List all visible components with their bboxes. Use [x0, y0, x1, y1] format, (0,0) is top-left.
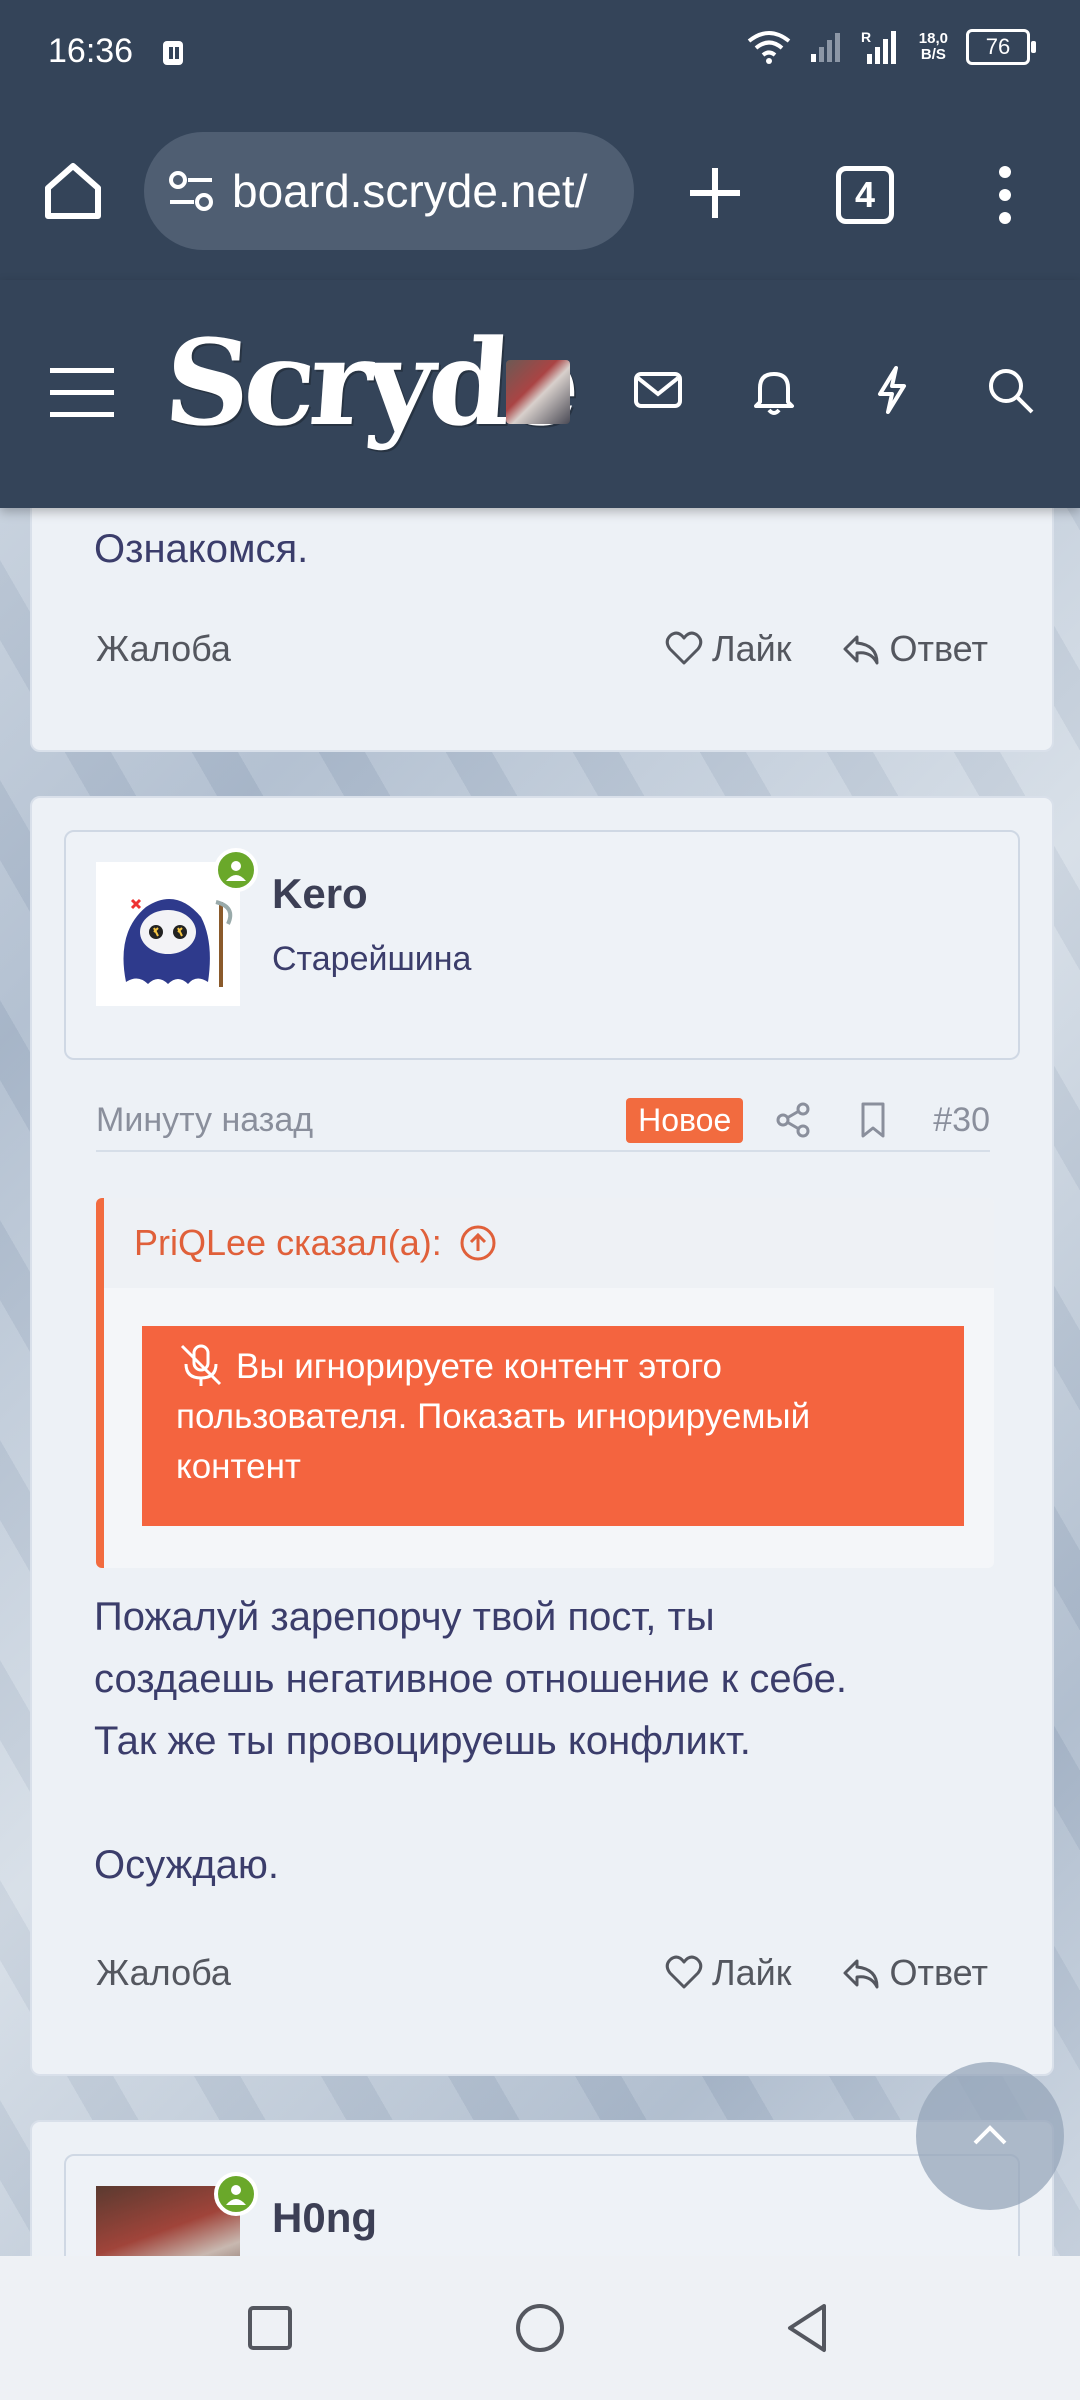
- tabs-count: 4: [854, 174, 876, 215]
- url-text[interactable]: board.scryde.net/: [232, 164, 587, 218]
- wifi-icon: [747, 31, 791, 64]
- svg-text:R: R: [861, 29, 871, 45]
- share-icon[interactable]: [773, 1100, 813, 1140]
- quote-header[interactable]: PriQLee сказал(а):: [104, 1198, 994, 1288]
- circle-icon[interactable]: [512, 2300, 568, 2356]
- tabs-icon[interactable]: 4: [836, 166, 894, 224]
- status-bar: 16:36 R 18,0 B/S 76: [0, 0, 1080, 110]
- net-speed-unit: B/S: [920, 46, 946, 63]
- post-actions: Жалоба Лайк Ответ: [96, 624, 988, 674]
- signal-roaming-icon: R: [861, 29, 896, 64]
- quote-block: PriQLee сказал(а): Вы игнорируете контен…: [96, 1198, 994, 1568]
- new-badge: Новое: [626, 1097, 744, 1143]
- reply-label: Ответ: [889, 1952, 988, 1993]
- heart-icon: [665, 631, 703, 665]
- battery-icon: 76: [966, 29, 1036, 65]
- hamburger-icon[interactable]: [50, 366, 114, 418]
- post-body-line: [94, 1772, 1014, 1834]
- quote-author[interactable]: PriQLee сказал(а):: [134, 1222, 442, 1264]
- post-user-block: Kero Старейшина: [64, 830, 1020, 1060]
- plus-icon[interactable]: [680, 158, 750, 228]
- bolt-icon[interactable]: [864, 362, 920, 418]
- like-label: Лайк: [711, 1952, 792, 1993]
- post-card: Kero Старейшина Минуту назад Новое #30 P…: [30, 796, 1054, 2076]
- chevron-up-icon: [973, 2125, 1007, 2145]
- post-body-line: Осуждаю.: [94, 1843, 280, 1887]
- post-body-line: Пожалуй зарепорчу твой пост, ты: [94, 1595, 715, 1639]
- like-button[interactable]: Лайк: [664, 1952, 792, 1994]
- reply-icon: [843, 635, 879, 665]
- back-triangle-icon[interactable]: [780, 2300, 836, 2356]
- heart-icon: [665, 1955, 703, 1989]
- post-body-line: Так же ты провоцируешь конфликт.: [94, 1719, 751, 1763]
- post-username[interactable]: H0ng: [272, 2194, 377, 2242]
- reply-label: Ответ: [889, 628, 988, 669]
- bell-icon[interactable]: [746, 362, 802, 418]
- ignored-text: Вы игнорируете контент этого пользовател…: [176, 1347, 811, 1486]
- online-status-icon: [214, 848, 258, 892]
- site-header: Scryde: [0, 280, 1080, 508]
- online-status-icon: [214, 2172, 258, 2216]
- system-nav-bar: [0, 2256, 1080, 2400]
- user-avatar[interactable]: [506, 360, 570, 424]
- tune-icon[interactable]: [166, 166, 216, 216]
- net-speed-value: 18,0: [918, 30, 948, 47]
- mic-off-icon: [180, 1344, 222, 1386]
- reply-button[interactable]: Ответ: [841, 628, 988, 670]
- post-time[interactable]: Минуту назад: [96, 1101, 626, 1140]
- report-link[interactable]: Жалоба: [96, 1952, 614, 1994]
- status-time: 16:36: [48, 32, 134, 70]
- scroll-top-button[interactable]: [916, 2062, 1064, 2210]
- post-username[interactable]: Kero: [272, 870, 368, 918]
- home-icon[interactable]: [40, 158, 106, 224]
- post-number[interactable]: #30: [933, 1101, 990, 1140]
- bookmark-icon[interactable]: [853, 1100, 893, 1140]
- reply-icon: [843, 1959, 879, 1989]
- sim-icon: [163, 41, 183, 65]
- post-user-title: Старейшина: [272, 940, 472, 978]
- mail-icon[interactable]: [630, 362, 686, 418]
- report-link[interactable]: Жалоба: [96, 628, 614, 670]
- signal-icon: [810, 33, 840, 62]
- more-vert-icon[interactable]: [990, 162, 1020, 228]
- like-button[interactable]: Лайк: [664, 628, 792, 670]
- net-speed: 18,0 B/S: [919, 31, 948, 63]
- arrow-up-circle-icon[interactable]: [458, 1223, 498, 1263]
- browser-toolbar: board.scryde.net/ 4: [0, 110, 1080, 280]
- battery-level: 76: [985, 34, 1011, 59]
- post-body-line: создаешь негативное отношение к себе.: [94, 1657, 847, 1701]
- like-label: Лайк: [711, 628, 792, 669]
- url-bar[interactable]: board.scryde.net/: [144, 132, 634, 250]
- status-right: R 18,0 B/S 76: [747, 28, 1036, 66]
- square-icon[interactable]: [242, 2300, 298, 2356]
- ignored-content-notice[interactable]: Вы игнорируете контент этого пользовател…: [142, 1326, 964, 1526]
- post-body: Ознакомся.: [94, 527, 309, 571]
- search-icon[interactable]: [982, 362, 1038, 418]
- post-body: Пожалуй зарепорчу твой пост, ты создаешь…: [94, 1586, 1014, 1896]
- post-meta: Минуту назад Новое #30: [96, 1090, 990, 1152]
- post-actions: Жалоба Лайк Ответ: [96, 1948, 988, 1998]
- reply-button[interactable]: Ответ: [841, 1952, 988, 1994]
